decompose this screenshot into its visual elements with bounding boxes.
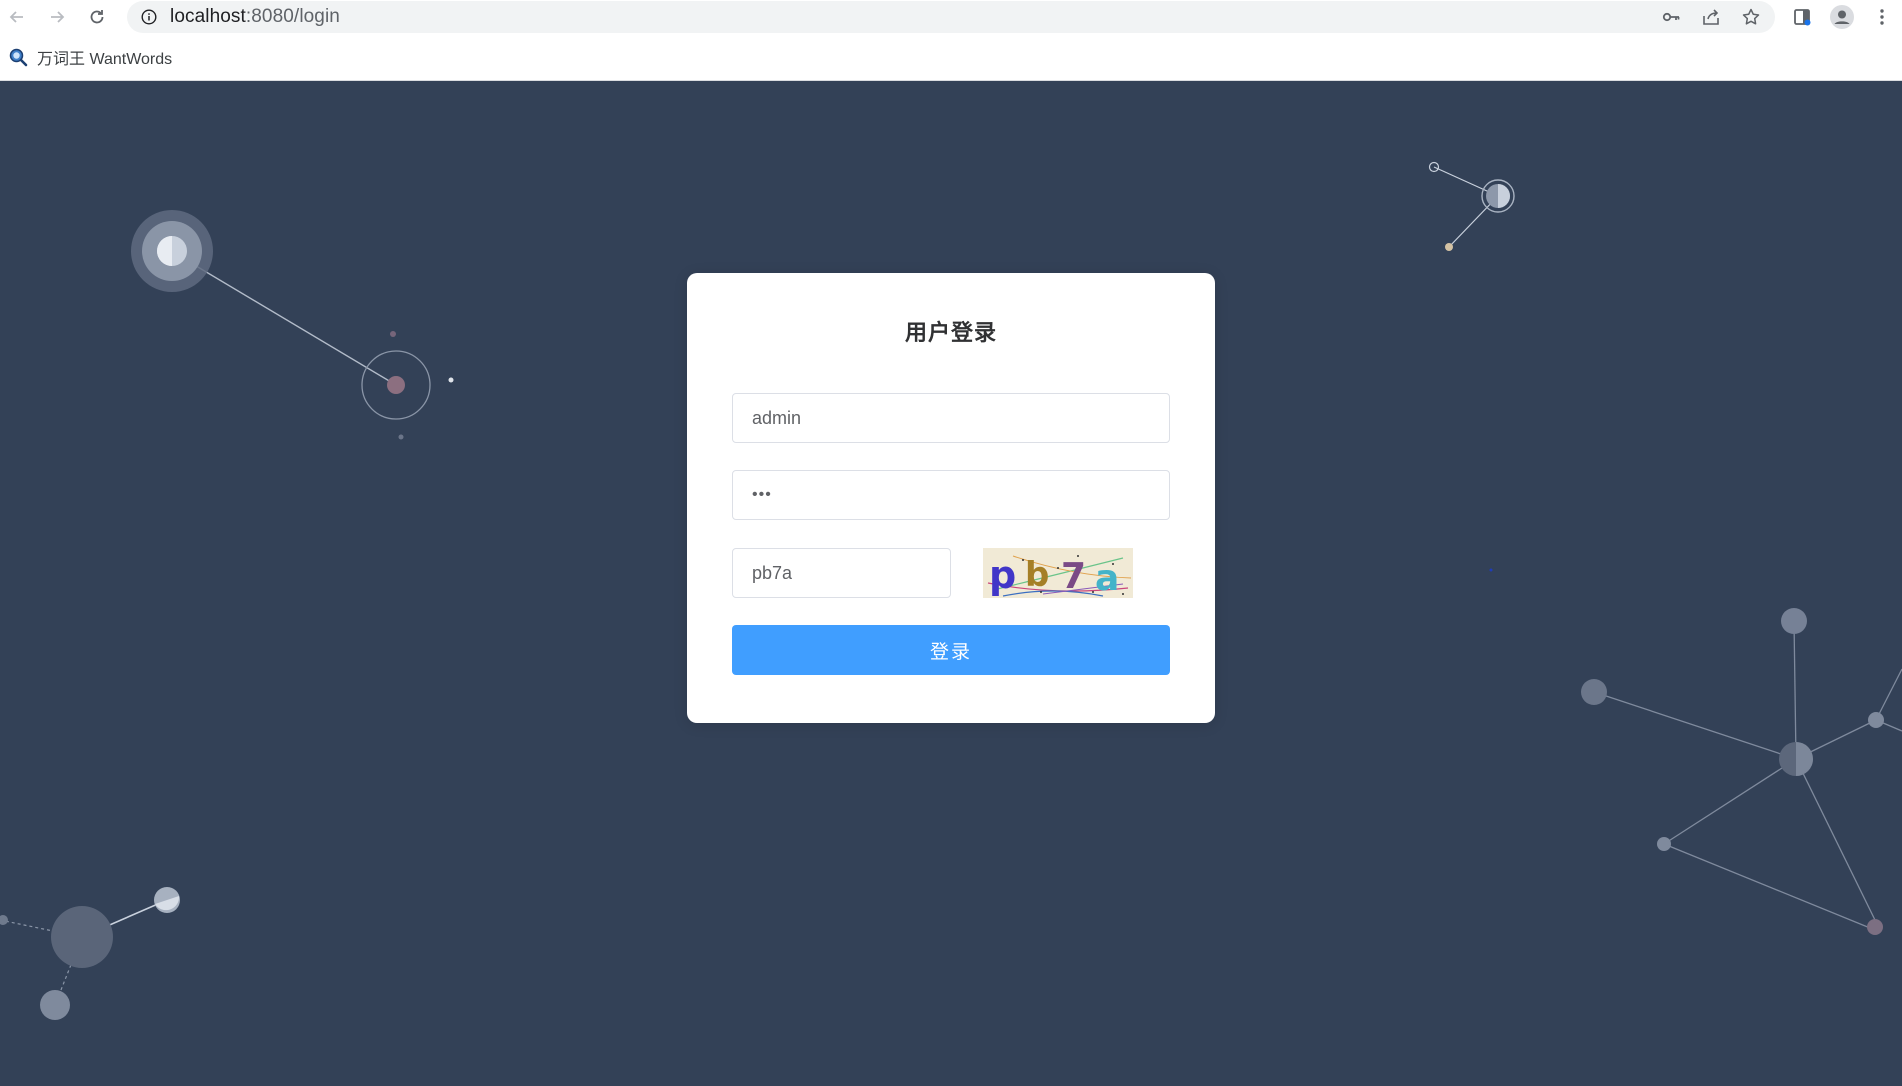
captcha-input[interactable]: pb7a bbox=[732, 548, 951, 598]
forward-button[interactable] bbox=[40, 0, 74, 34]
login-card: 用户登录 admin ••• pb7a p b 7 a 登录 bbox=[687, 273, 1215, 723]
search-favicon-icon bbox=[9, 48, 28, 67]
arrow-left-icon bbox=[9, 11, 23, 23]
address-bar[interactable]: localhost:8080/login bbox=[127, 1, 1775, 33]
browser-toolbar: localhost:8080/login bbox=[0, 0, 1902, 34]
menu-kebab-icon[interactable] bbox=[1862, 0, 1902, 34]
reload-icon bbox=[90, 10, 104, 24]
share-icon[interactable] bbox=[1697, 3, 1725, 31]
password-value: ••• bbox=[752, 486, 772, 503]
captcha-image[interactable]: p b 7 a bbox=[983, 548, 1133, 598]
login-title: 用户登录 bbox=[904, 320, 997, 345]
login-button[interactable]: 登录 bbox=[732, 625, 1170, 675]
browser-right-actions bbox=[1782, 0, 1902, 34]
username-value: admin bbox=[752, 407, 802, 428]
password-key-icon[interactable] bbox=[1657, 3, 1685, 31]
password-input[interactable]: ••• bbox=[732, 470, 1170, 520]
profile-avatar-icon[interactable] bbox=[1822, 0, 1862, 34]
arrow-right-icon bbox=[51, 11, 65, 23]
bookmark-wantwords[interactable]: 万词王 WantWords bbox=[8, 43, 180, 71]
reload-button[interactable] bbox=[80, 0, 114, 34]
captcha-char-2: b bbox=[1025, 555, 1049, 595]
url-host: localhost bbox=[170, 6, 246, 27]
captcha-char-1: p bbox=[989, 553, 1016, 597]
url-path: :8080/login bbox=[245, 6, 340, 27]
omnibox-actions bbox=[1657, 1, 1765, 33]
site-info-icon[interactable] bbox=[140, 8, 158, 26]
captcha-char-3: 7 bbox=[1061, 556, 1086, 597]
username-input[interactable]: admin bbox=[732, 393, 1170, 443]
back-button[interactable] bbox=[0, 0, 34, 34]
bookmark-star-icon[interactable] bbox=[1737, 3, 1765, 31]
url-text: localhost:8080/login bbox=[170, 6, 340, 28]
login-page: 用户登录 admin ••• pb7a p b 7 a 登录 bbox=[0, 81, 1902, 1086]
bookmarks-bar: 万词王 WantWords bbox=[0, 34, 1902, 81]
captcha-char-4: a bbox=[1095, 558, 1119, 598]
side-panel-icon[interactable] bbox=[1782, 0, 1822, 34]
bookmark-label: 万词王 WantWords bbox=[37, 51, 173, 68]
captcha-input-value: pb7a bbox=[752, 562, 793, 583]
